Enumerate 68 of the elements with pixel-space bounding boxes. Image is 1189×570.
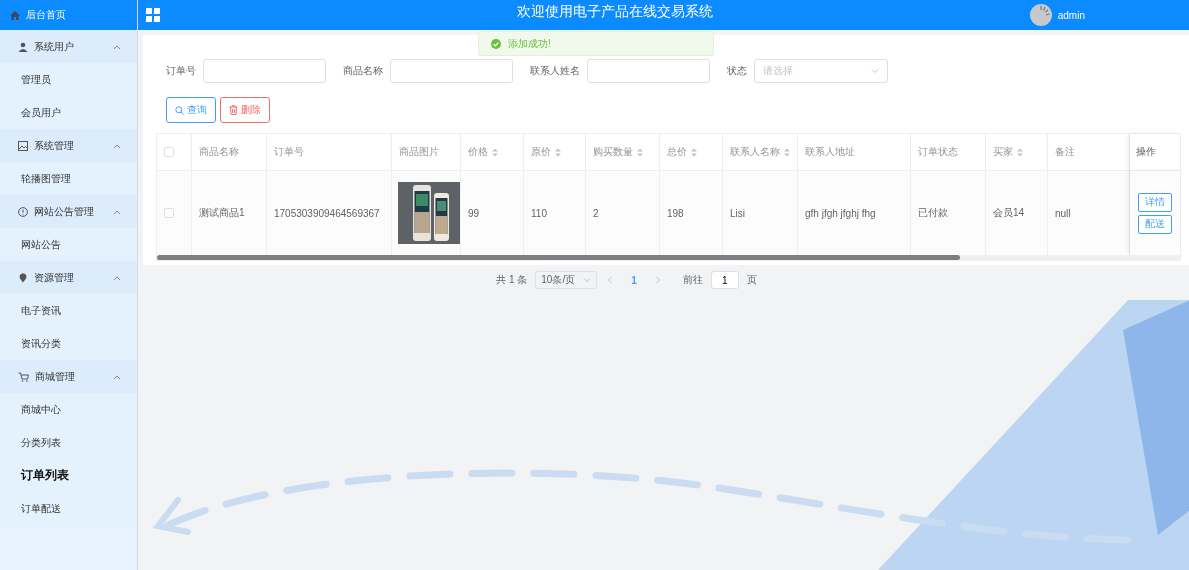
table-cell: Lisi xyxy=(730,207,745,219)
table-cell: null xyxy=(1055,207,1071,219)
sort-icon xyxy=(637,147,643,157)
search-icon xyxy=(175,105,184,115)
table-cell: 已付款 xyxy=(918,206,948,220)
chevron-up-icon xyxy=(113,142,121,149)
menu-item[interactable]: 商城中心 xyxy=(0,393,137,426)
menu-group[interactable]: 系统管理 xyxy=(0,129,137,162)
scrollbar-thumb[interactable] xyxy=(157,255,960,260)
menu-group[interactable]: 商城管理 xyxy=(0,360,137,393)
table-cell: 99 xyxy=(468,207,480,219)
filter-label: 商品名称 xyxy=(343,64,383,78)
chevron-up-icon xyxy=(113,208,121,215)
filter-label: 订单号 xyxy=(166,64,196,78)
menu-item[interactable]: 分类列表 xyxy=(0,426,137,459)
home-label: 后台首页 xyxy=(26,8,66,22)
chevron-up-icon xyxy=(113,373,121,380)
sort-icon xyxy=(691,147,697,157)
chevron-down-icon xyxy=(583,276,592,284)
pin-icon xyxy=(18,272,28,283)
menu-item[interactable]: 电子资讯 xyxy=(0,294,137,327)
menu-group[interactable]: 系统用户 xyxy=(0,30,137,63)
table-cell: 会员14 xyxy=(993,206,1025,220)
sort-icon xyxy=(1017,147,1023,157)
chevron-up-icon xyxy=(113,43,121,50)
chevron-down-icon xyxy=(871,67,879,75)
success-icon xyxy=(491,38,501,49)
image-icon xyxy=(18,140,28,151)
page-suffix: 页 xyxy=(746,273,757,287)
page-size-select[interactable]: 10条/页 xyxy=(535,271,598,289)
home-icon xyxy=(10,10,20,20)
table-cell: gfh jfgh jfghj fhg xyxy=(805,207,876,219)
grid-menu-icon[interactable] xyxy=(146,8,160,22)
table-cell: 2 xyxy=(593,207,599,219)
menu-item[interactable]: 资讯分类 xyxy=(0,327,137,360)
sort-icon xyxy=(492,147,498,157)
row-checkbox[interactable] xyxy=(164,208,174,218)
user-icon xyxy=(18,41,28,52)
info-icon xyxy=(18,206,28,217)
menu-item[interactable]: 网站公告 xyxy=(0,228,137,261)
table-cell: 110 xyxy=(531,207,547,219)
menu-item[interactable]: 会员用户 xyxy=(0,96,137,129)
total-count: 共 1 条 xyxy=(496,273,528,287)
select-all-checkbox[interactable] xyxy=(164,147,174,157)
sort-icon xyxy=(784,147,790,157)
goto-page-input[interactable]: 1 xyxy=(710,271,739,289)
goto-label: 前往 xyxy=(682,273,703,287)
menu-item[interactable]: 订单列表 xyxy=(0,459,137,492)
filter-label: 联系人姓名 xyxy=(530,64,580,78)
sort-icon xyxy=(555,147,561,157)
filter-input[interactable] xyxy=(587,59,710,83)
trash-icon xyxy=(229,105,238,115)
table-cell: 测试商品1 xyxy=(199,206,245,220)
menu-group[interactable]: 资源管理 xyxy=(0,261,137,294)
menu-group[interactable]: 网站公告管理 xyxy=(0,195,137,228)
menu-item[interactable]: 订单配送 xyxy=(0,492,137,525)
chevron-up-icon xyxy=(113,274,121,281)
menu-item[interactable]: 轮播图管理 xyxy=(0,162,137,195)
table-cell: 198 xyxy=(667,207,684,219)
app-title: 欢迎使用电子产品在线交易系统 xyxy=(515,3,714,21)
filter-input[interactable] xyxy=(203,59,326,83)
avatar-icon[interactable] xyxy=(1029,4,1052,26)
toast-message: 添加成功! xyxy=(508,36,551,51)
cart-icon xyxy=(18,371,29,382)
filter-input[interactable] xyxy=(390,59,513,83)
filter-label: 状态 xyxy=(727,64,747,78)
table-cell: 1705303909464569367 xyxy=(274,207,380,219)
menu-item[interactable]: 管理员 xyxy=(0,63,137,96)
